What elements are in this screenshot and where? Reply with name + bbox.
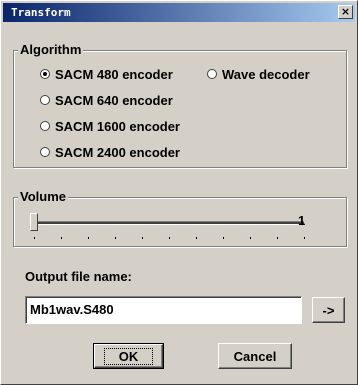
radio-label-sacm-2400: SACM 2400 encoder bbox=[55, 144, 180, 160]
radio-label-sacm-1600: SACM 1600 encoder bbox=[55, 118, 180, 134]
slider-tick bbox=[142, 237, 143, 239]
browse-button[interactable]: -> bbox=[312, 297, 345, 323]
volume-slider-track[interactable] bbox=[34, 221, 304, 225]
radio-button-icon[interactable] bbox=[40, 147, 50, 157]
transform-dialog: Transform × Algorithm SACM 480 encoder S… bbox=[0, 0, 358, 385]
volume-group: Volume 1 bbox=[13, 189, 347, 247]
slider-tick bbox=[115, 237, 116, 239]
slider-tick bbox=[169, 237, 170, 239]
window-title: Transform bbox=[11, 6, 71, 19]
slider-tick bbox=[34, 237, 35, 239]
ok-button-label: OK bbox=[103, 347, 154, 365]
radio-label-wave-decoder: Wave decoder bbox=[222, 66, 310, 82]
slider-tick bbox=[250, 237, 251, 239]
cancel-button[interactable]: Cancel bbox=[218, 343, 292, 369]
volume-label: Volume bbox=[18, 189, 68, 205]
close-button[interactable]: × bbox=[338, 5, 353, 19]
radio-label-sacm-480: SACM 480 encoder bbox=[55, 66, 173, 82]
algorithm-group: Algorithm SACM 480 encoder SACM 640 enco… bbox=[13, 42, 347, 168]
slider-tick bbox=[88, 237, 89, 239]
algorithm-label: Algorithm bbox=[18, 42, 84, 58]
slider-tick bbox=[304, 237, 305, 239]
slider-tick bbox=[61, 237, 62, 239]
radio-button-icon[interactable] bbox=[207, 69, 217, 79]
title-bar[interactable]: Transform × bbox=[3, 3, 355, 22]
radio-label-sacm-640: SACM 640 encoder bbox=[55, 92, 173, 108]
slider-tick bbox=[196, 237, 197, 239]
volume-slider-thumb[interactable] bbox=[30, 213, 38, 231]
output-file-label: Output file name: bbox=[25, 269, 132, 284]
radio-sacm-1600[interactable]: SACM 1600 encoder bbox=[40, 118, 180, 134]
radio-wave-decoder[interactable]: Wave decoder bbox=[207, 66, 310, 82]
slider-tick bbox=[223, 237, 224, 239]
radio-button-icon[interactable] bbox=[40, 121, 50, 131]
output-file-input[interactable]: Mb1wav.S480 bbox=[25, 296, 302, 324]
radio-sacm-480[interactable]: SACM 480 encoder bbox=[40, 66, 173, 82]
radio-sacm-640[interactable]: SACM 640 encoder bbox=[40, 92, 173, 108]
slider-tick bbox=[277, 237, 278, 239]
radio-sacm-2400[interactable]: SACM 2400 encoder bbox=[40, 144, 180, 160]
volume-value: 1 bbox=[298, 213, 306, 228]
radio-button-icon[interactable] bbox=[40, 69, 50, 79]
ok-button[interactable]: OK bbox=[93, 343, 164, 369]
radio-button-icon[interactable] bbox=[40, 95, 50, 105]
